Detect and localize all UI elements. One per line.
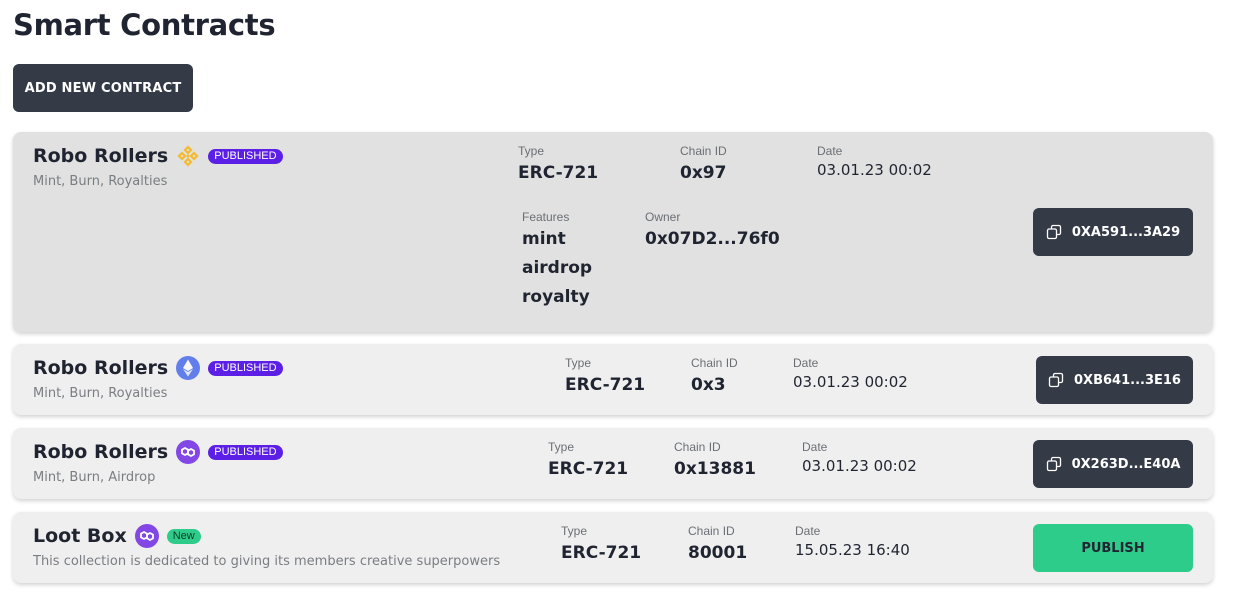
owner-value: 0x07D2...76f0: [645, 229, 780, 249]
type-field: Type ERC-721: [565, 356, 645, 395]
bnb-icon: [176, 144, 200, 168]
type-value: ERC-721: [565, 375, 646, 395]
status-badge: PUBLISHED: [208, 360, 283, 376]
date-field: Date 15.05.23 16:40: [795, 524, 910, 559]
contract-card[interactable]: Robo Rollers PUBLISHED Mint, Burn, Royal…: [13, 132, 1213, 332]
type-label: Type: [518, 144, 545, 158]
ethereum-icon: [176, 356, 201, 380]
add-new-contract-button[interactable]: ADD NEW CONTRACT: [13, 64, 193, 112]
type-field: Type ERC-721: [548, 440, 628, 479]
contract-description: Mint, Burn, Airdrop: [33, 470, 156, 485]
chain-id-value: 0x97: [680, 163, 727, 183]
contract-address: 0X263D...E40A: [1071, 456, 1181, 472]
polygon-icon: [176, 440, 201, 464]
copy-icon: [1046, 224, 1062, 240]
copy-address-button[interactable]: 0X263D...E40A: [1033, 440, 1193, 488]
status-badge: PUBLISHED: [208, 148, 283, 164]
copy-icon: [1048, 372, 1064, 388]
chain-id-value: 0x3: [691, 375, 726, 395]
feature-item: airdrop: [522, 258, 593, 278]
contract-card[interactable]: Robo Rollers PUBLISHED Mint, Burn, Airdr…: [13, 428, 1213, 499]
type-label: Type: [548, 440, 575, 454]
contract-name: Robo Rollers: [33, 357, 169, 379]
contract-description: Mint, Burn, Royalties: [33, 174, 168, 189]
polygon-icon: [134, 524, 159, 548]
date-value: 03.01.23 00:02: [793, 373, 908, 391]
features-field: Features mint airdrop royalty: [522, 210, 592, 311]
date-value: 03.01.23 00:02: [802, 457, 917, 475]
contract-card[interactable]: Robo Rollers PUBLISHED Mint, Burn, Royal…: [13, 344, 1213, 415]
features-label: Features: [522, 210, 570, 224]
date-field: Date 03.01.23 00:02: [793, 356, 908, 391]
type-value: ERC-721: [561, 543, 642, 563]
type-value: ERC-721: [548, 459, 629, 479]
feature-item: royalty: [522, 287, 590, 307]
status-badge: New: [166, 528, 201, 544]
copy-address-button[interactable]: 0XA591...3A29: [1033, 208, 1193, 256]
contract-name: Robo Rollers: [33, 145, 169, 167]
chain-id-field: Chain ID 0x13881: [674, 440, 756, 479]
chain-id-field: Chain ID 0x3: [691, 356, 738, 395]
copy-icon: [1046, 456, 1062, 472]
chain-id-label: Chain ID: [688, 524, 735, 538]
feature-item: mint: [522, 229, 566, 249]
chain-id-value: 80001: [688, 543, 748, 563]
contract-card[interactable]: Loot Box New This collection is dedicate…: [13, 512, 1213, 583]
chain-id-label: Chain ID: [691, 356, 738, 370]
type-label: Type: [561, 524, 588, 538]
contract-description: Mint, Burn, Royalties: [33, 386, 168, 401]
date-label: Date: [817, 144, 843, 158]
date-value: 15.05.23 16:40: [795, 541, 910, 559]
date-field: Date 03.01.23 00:02: [817, 144, 932, 179]
type-value: ERC-721: [518, 163, 599, 183]
owner-field: Owner 0x07D2...76f0: [645, 210, 780, 249]
page-title: Smart Contracts: [13, 8, 276, 42]
status-badge: PUBLISHED: [208, 444, 283, 460]
date-label: Date: [795, 524, 821, 538]
date-label: Date: [793, 356, 819, 370]
copy-address-button[interactable]: 0XB641...3E16: [1036, 356, 1193, 404]
date-label: Date: [802, 440, 828, 454]
contract-address: 0XA591...3A29: [1071, 224, 1181, 240]
contract-name: Loot Box: [33, 525, 127, 547]
chain-id-label: Chain ID: [674, 440, 721, 454]
chain-id-label: Chain ID: [680, 144, 727, 158]
contract-address: 0XB641...3E16: [1074, 372, 1181, 388]
contract-description: This collection is dedicated to giving i…: [33, 554, 501, 569]
date-value: 03.01.23 00:02: [817, 161, 932, 179]
type-field: Type ERC-721: [518, 144, 598, 183]
publish-button[interactable]: PUBLISH: [1033, 524, 1193, 572]
chain-id-value: 0x13881: [674, 459, 756, 479]
type-field: Type ERC-721: [561, 524, 641, 563]
contract-name: Robo Rollers: [33, 441, 169, 463]
chain-id-field: Chain ID 0x97: [680, 144, 727, 183]
chain-id-field: Chain ID 80001: [688, 524, 747, 563]
type-label: Type: [565, 356, 592, 370]
date-field: Date 03.01.23 00:02: [802, 440, 917, 475]
owner-label: Owner: [645, 210, 681, 224]
